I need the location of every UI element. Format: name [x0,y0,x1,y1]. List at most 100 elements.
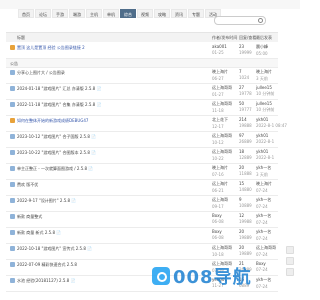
cell-secondary: 19888 [239,123,252,128]
cell-primary: 50 [239,101,245,106]
author-cell[interactable]: 远上海哥哥 10-22 [212,149,232,161]
last-post-cell[interactable]: ykh一名 07-24 [256,277,271,289]
last-post-cell[interactable]: ykh一名 07-24 [256,229,271,241]
author-cell[interactable]: 远上海哥 09-17 [212,197,228,209]
cell-primary: 20 [239,165,245,170]
author-cell[interactable]: 远上海片 06-21 [212,181,228,193]
table-row[interactable]: 置顶 这儿是置顶 经验 公告图录链接 2 aka001 01-25 23 19999 晨小… [6,43,278,59]
tab-4[interactable]: 主机 [86,9,102,18]
tab-10[interactable]: 专题 [188,9,204,18]
author-cell[interactable]: 晓上海片 07-16 [212,165,228,177]
tab-2[interactable]: 手游 [52,9,68,18]
tab-7[interactable]: 视频 [137,9,153,18]
last-post-cell[interactable]: 晓上海片 3 天前 [256,69,272,82]
table-row[interactable]: 单主正整正 - 一次就算面图游戏 / 2.5.8 📄 晓上海片 07-16 20 118… [6,164,278,180]
last-post-cell[interactable]: ykh01 2022-8-1 [256,149,274,160]
author-cell[interactable]: 远上海哥哥 11-18 [212,101,232,113]
tab-8[interactable]: 攻略 [154,9,170,18]
cell-secondary: 11888 [239,171,252,176]
thread-title[interactable]: 新款 商量整式 [17,214,197,220]
thread-title[interactable]: 2022-9-17 "设计图片" 2.5.8 📄 [17,198,197,204]
thread-title[interactable]: 单主正整正 - 一次就算面图游戏 / 2.5.8 📄 [17,166,197,172]
cell-primary: 97 [239,133,245,138]
author-cell[interactable]: 远上海哥哥 10-12 [212,133,232,145]
tab-1[interactable]: 论坛 [35,9,51,18]
cell-secondary: 10-22 [212,156,224,161]
author-cell[interactable]: 北上花下 12-17 [212,117,228,129]
author-cell[interactable]: 远上海哥哥 10-18 [212,245,232,257]
author-cell[interactable]: Boxy 06-08 [212,213,224,224]
last-post-cell[interactable]: ykh一名 07-24 [256,197,271,209]
scroll-top-icon[interactable] [286,246,294,254]
thread-title[interactable]: 置顶 这儿是置顶 经验 公告图录链接 2 [17,45,197,51]
last-post-cell[interactable]: 远上海哥哥 07-24 [256,245,276,257]
cell-secondary: 07-24 [256,220,268,225]
cell-secondary: 01-27 [212,92,224,97]
stats-cell: 20 19889 [239,245,252,256]
thread-icon [10,262,15,267]
cell-primary: jullee15 [256,101,272,106]
tab-6[interactable]: 综合 [120,9,136,18]
thread-title[interactable]: 2023-10-22 "游戏图片" 合图版本 2.5.8 📄 [17,150,197,156]
last-post-cell[interactable]: 晓上海片 07-24 [256,181,272,193]
nav-tabs: 首页 论坛 手游 端游 主机 单机 综合 视频 攻略 资讯 专题 活动 [18,9,222,18]
thread-title[interactable]: 2023-10-12 "游戏图片" 合子国版 2.5.8 📄 [17,134,197,140]
last-post-cell[interactable]: ykh01 2022-8-1 08:47 [256,117,287,128]
author-cell[interactable]: Boxy 06-08 [212,229,224,240]
last-post-cell[interactable]: Boxy 07-24 [256,261,268,272]
thread-title[interactable]: 费欢 版不优 [17,182,197,188]
last-post-cell[interactable]: jullee15 10 分钟前 [256,101,274,113]
table-row[interactable]: 2022-9-17 "设计图片" 2.5.8 📄 远上海哥 09-17 9 10889 y… [6,196,278,212]
cell-secondary: 10889 [239,203,252,208]
logo-mark-icon [152,267,170,285]
thread-icon [10,230,15,235]
tab-3[interactable]: 端游 [69,9,85,18]
tab-5[interactable]: 单机 [103,9,119,18]
header-replies: 回复/查看 [239,35,257,40]
thread-title[interactable]: 新款 商量 新式 2.5.8 📄 [17,230,197,236]
thread-icon [10,70,15,75]
cell-primary: 214 [239,117,247,122]
stats-cell: 7 1024 [239,69,249,80]
cell-secondary: 11-18 [212,108,224,113]
table-row[interactable]: 新款 商量 新式 2.5.8 📄 Boxy 06-08 20 19889 ykh一名 07-… [6,228,278,244]
author-cell[interactable]: 远上海哥哥 01-27 [212,85,232,97]
author-cell[interactable]: 晓上海片 06-27 [212,69,228,81]
cell-secondary: 07-24 [256,267,268,272]
thread-title[interactable]: 2022-11-18 "游戏图片" 合集 亦清版 2.5.8 📄 [17,102,197,108]
thread-title[interactable]: 分享心上图片大 / 公告图录 [17,70,197,76]
cell-primary: 15 [239,181,245,186]
feedback-icon[interactable] [286,268,294,276]
last-post-cell[interactable]: ykh一名 07-24 [256,213,271,225]
last-post-cell[interactable]: ykh一名 3 天前 [256,165,271,178]
table-row[interactable]: 2022-10-18 "游戏图片" 宣传式 2.5.8 📄 远上海哥哥 10-18 2… [6,244,278,260]
table-row[interactable]: 2024-01-18 "游戏图片" 汇总 亦清版 2.5.8 📄 远上海哥哥 01-… [6,84,278,100]
table-row[interactable]: 分享心上图片大 / 公告图录 晓上海片 06-27 7 1024 晓上海片 3 天前 [6,68,278,84]
search-input[interactable] [214,16,266,25]
last-post-cell[interactable]: ykh01 2022-8-1 [256,133,274,144]
table-row[interactable]: 新款 商量整式 Boxy 06-08 12 19988 ykh一名 07-24 [6,212,278,228]
tab-9[interactable]: 资讯 [171,9,187,18]
last-post-cell[interactable]: jullee15 10 分钟前 [256,85,274,97]
thread-title[interactable]: 如何在整体开始的新游戏成绩DEBUG47 [17,118,197,124]
tab-0[interactable]: 首页 [18,9,34,18]
cell-secondary: 01-25 [212,50,224,55]
stats-cell: 18 12889 [239,149,252,160]
author-cell[interactable]: aka001 01-25 [212,44,227,55]
cell-secondary: 2022-8-1 [256,139,275,144]
table-row[interactable]: 2023-10-12 "游戏图片" 合子国版 2.5.8 📄 远上海哥哥 10-12… [6,132,278,148]
table-row[interactable]: 2023-10-22 "游戏图片" 合图版本 2.5.8 📄 远上海哥哥 10-22… [6,148,278,164]
share-icon[interactable] [286,257,294,265]
table-row[interactable]: 2022-11-18 "游戏图片" 合集 亦清版 2.5.8 📄 远上海哥哥 11-… [6,100,278,116]
cell-secondary: 19988 [239,219,252,224]
cell-primary: 晓上海片 [212,165,228,170]
cell-primary: 远上海哥哥 [212,133,232,138]
table-row[interactable]: 费欢 版不优 远上海片 06-21 15 14880 晓上海片 07-24 [6,180,278,196]
cell-secondary: 07-16 [212,172,224,177]
table-row[interactable]: 如何在整体开始的新游戏成绩DEBUG47 北上花下 12-17 214 19888 ykh… [6,116,287,132]
thread-title[interactable]: 2022-10-18 "游戏图片" 宣传式 2.5.8 📄 [17,246,197,252]
thread-title[interactable]: 2024-01-18 "游戏图片" 汇总 亦清版 2.5.8 📄 [17,86,197,92]
thread-icon [10,150,15,155]
last-post-cell[interactable]: 晨小峰 05:00 [256,44,268,56]
cell-secondary: 10 分钟前 [256,107,275,112]
